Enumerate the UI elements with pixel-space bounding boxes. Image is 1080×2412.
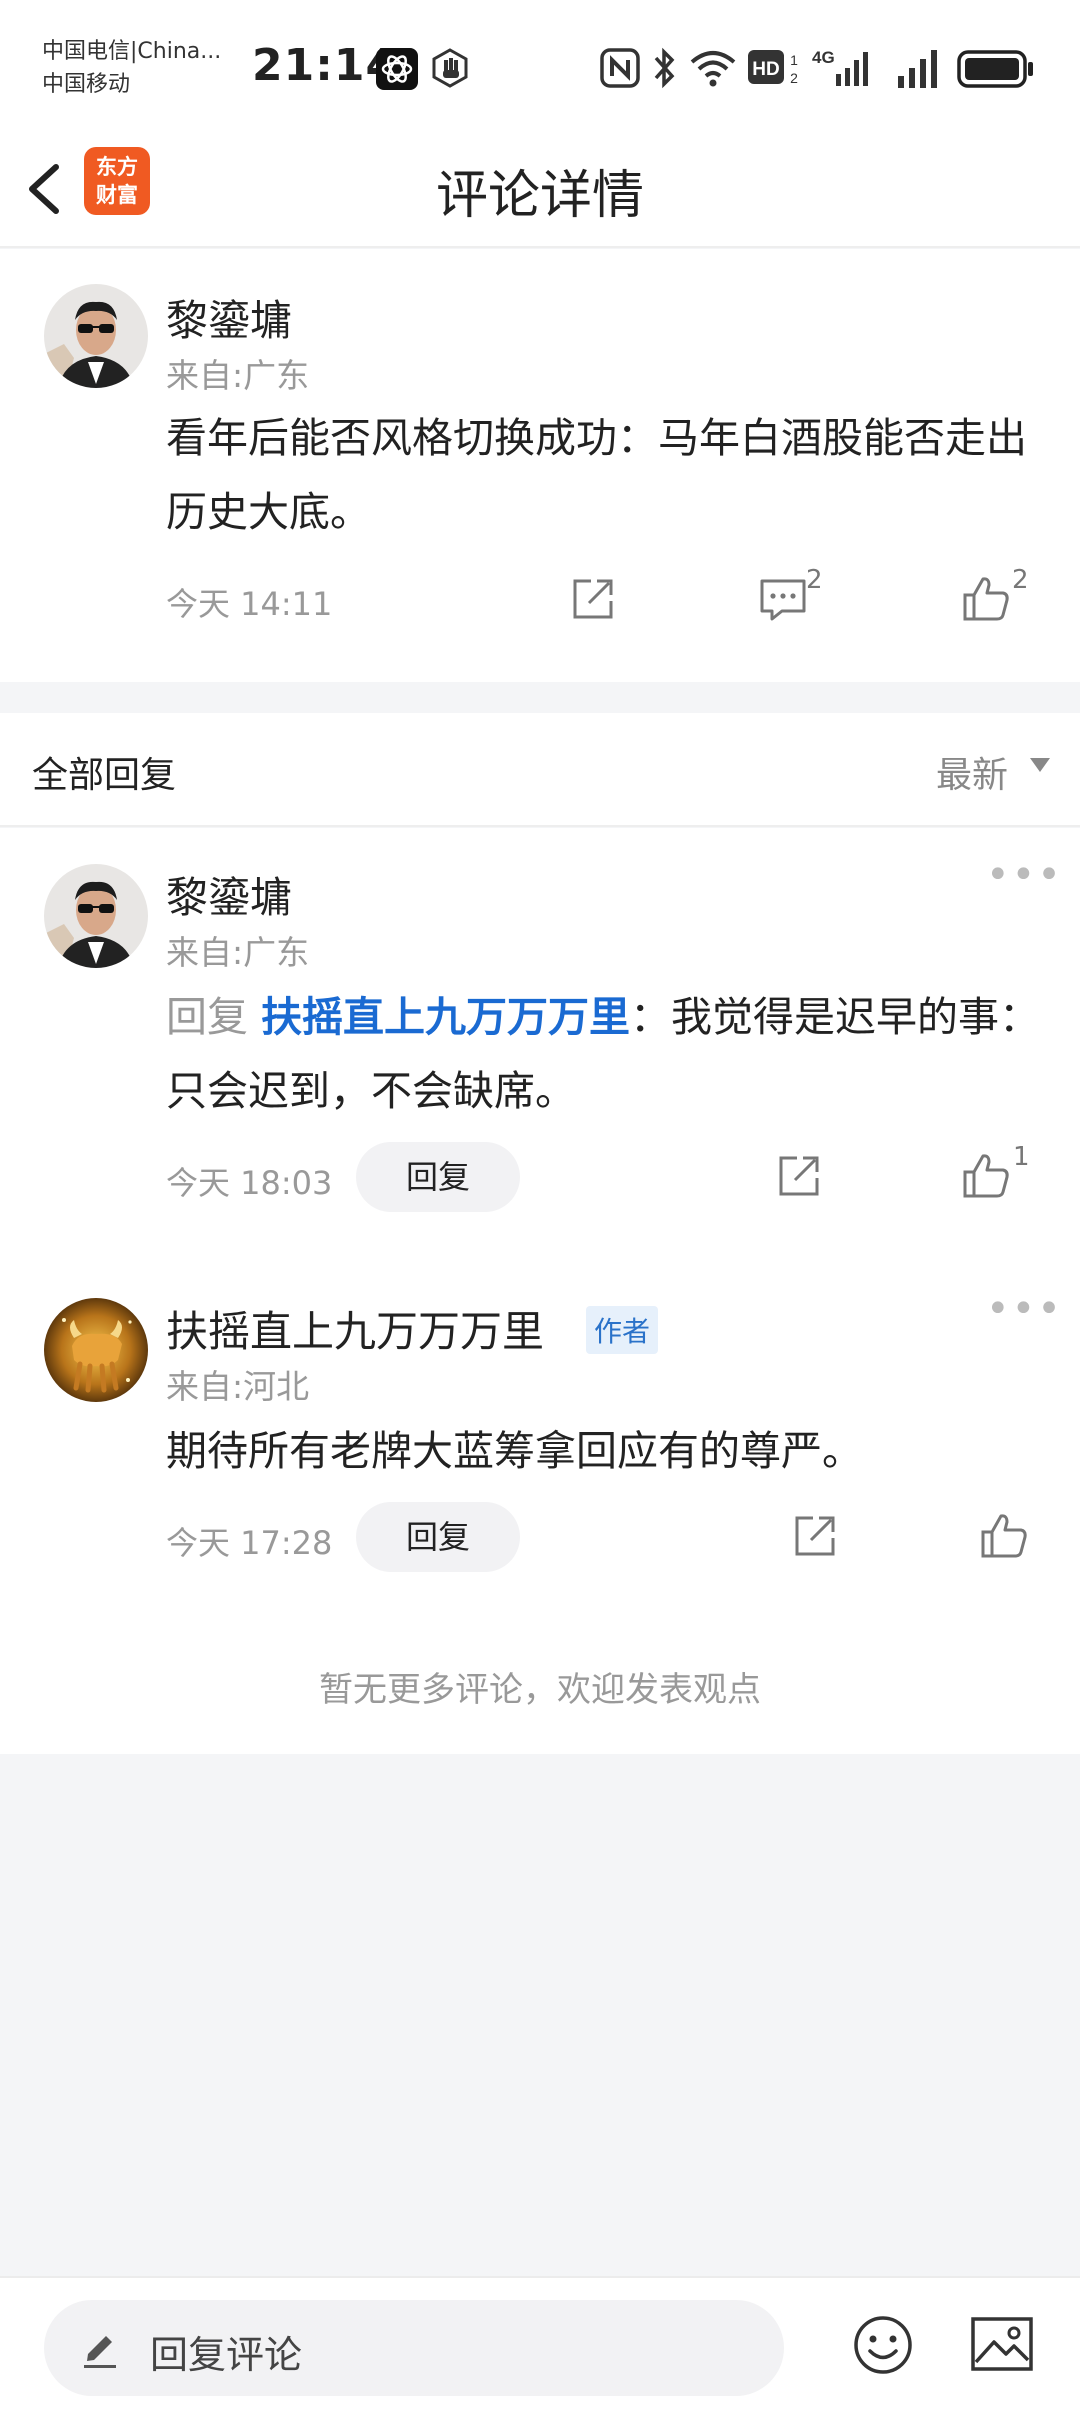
reply-time: 今天 17:28 xyxy=(166,1524,333,1562)
emoji-icon[interactable] xyxy=(852,2314,914,2376)
comment-author[interactable]: 黎鎏墉 xyxy=(166,287,292,348)
like-icon[interactable] xyxy=(961,1150,1011,1200)
main-comment-card: 黎鎏墉 来自:广东 看年后能否风格切换成功：马年白酒股能否走出历史大底。 今天 … xyxy=(0,249,1080,682)
carrier-2: 中国移动 xyxy=(42,72,131,97)
reply-input[interactable]: 回复评论 xyxy=(44,2300,784,2396)
reply-location: 来自:广东 xyxy=(166,933,310,972)
carrier-1: 中国电信|China... xyxy=(42,39,222,64)
reply-location: 来自:河北 xyxy=(166,1367,310,1406)
comment-icon[interactable] xyxy=(758,575,808,623)
reply-input-placeholder: 回复评论 xyxy=(150,2333,303,2377)
comment-text: 看年后能否风格切换成功：马年白酒股能否走出历史大底。 xyxy=(166,414,1027,536)
comment-time: 今天 14:11 xyxy=(166,585,333,623)
like-count: 1 xyxy=(1013,1142,1030,1172)
avatar[interactable] xyxy=(44,864,148,968)
image-icon[interactable] xyxy=(970,2316,1034,2374)
hd-icon: HD 1 2 xyxy=(748,50,798,86)
share-icon[interactable] xyxy=(775,1152,823,1200)
replies-list: 黎鎏墉 来自:广东 ••• 回复 扶摇直上九万万万里：我觉得是迟早的事：只会迟到… xyxy=(0,828,1080,1754)
author-badge: 作者 xyxy=(586,1306,659,1354)
replies-header: 全部回复 最新 xyxy=(0,713,1080,827)
page-title: 评论详情 xyxy=(435,166,644,226)
avatar[interactable] xyxy=(44,1298,148,1402)
bluetooth-icon xyxy=(654,47,675,89)
header-bar: 东方 财富 评论详情 xyxy=(0,135,1080,248)
reply-author[interactable]: 扶摇直上九万万万里 xyxy=(166,1298,544,1359)
more-options-icon[interactable]: ••• xyxy=(986,1286,1063,1332)
hand-icon xyxy=(432,48,468,88)
svg-text:4G: 4G xyxy=(812,48,835,67)
reply-button[interactable]: 回复 xyxy=(356,1142,520,1212)
comment-count: 2 xyxy=(806,565,823,595)
avatar[interactable] xyxy=(44,284,148,388)
svg-text:1: 1 xyxy=(790,52,798,68)
svg-text:2: 2 xyxy=(790,70,798,86)
bottom-input-bar: 回复评论 xyxy=(0,2276,1080,2412)
sort-dropdown[interactable]: 最新 xyxy=(936,746,1008,798)
reply-prefix: 回复 xyxy=(166,993,262,1041)
more-options-icon[interactable]: ••• xyxy=(986,852,1063,898)
share-icon[interactable] xyxy=(791,1512,839,1560)
reply-text: 期待所有老牌大蓝筹拿回应有的尊严。 xyxy=(166,1427,863,1475)
no-more-comments: 暂无更多评论，欢迎发表观点 xyxy=(319,1670,761,1710)
pencil-icon xyxy=(84,2336,116,2368)
reply-button[interactable]: 回复 xyxy=(356,1502,520,1572)
replies-title: 全部回复 xyxy=(32,755,177,796)
reply-target-link[interactable]: 扶摇直上九万万万里 xyxy=(261,993,630,1041)
app-atom-icon xyxy=(376,48,418,90)
like-count: 2 xyxy=(1012,565,1029,595)
reply-author[interactable]: 黎鎏墉 xyxy=(166,864,292,925)
share-icon[interactable] xyxy=(569,575,617,623)
nfc-icon xyxy=(600,48,640,88)
caret-down-icon[interactable] xyxy=(1030,758,1050,772)
svg-text:HD: HD xyxy=(752,59,779,80)
battery-icon xyxy=(957,50,1033,88)
signal-icon xyxy=(898,50,937,88)
signal-4g-icon: 4G xyxy=(812,48,868,86)
like-icon[interactable] xyxy=(961,573,1011,623)
wifi-icon xyxy=(690,51,736,87)
like-icon[interactable] xyxy=(979,1510,1029,1560)
comment-location: 来自:广东 xyxy=(166,356,310,395)
status-bar: 中国电信|China... 中国移动 21:14 HD 1 2 4G xyxy=(0,0,1080,135)
reply-text: 回复 扶摇直上九万万万里：我觉得是迟早的事：只会迟到，不会缺席。 xyxy=(166,980,1046,1128)
reply-time: 今天 18:03 xyxy=(166,1164,333,1202)
